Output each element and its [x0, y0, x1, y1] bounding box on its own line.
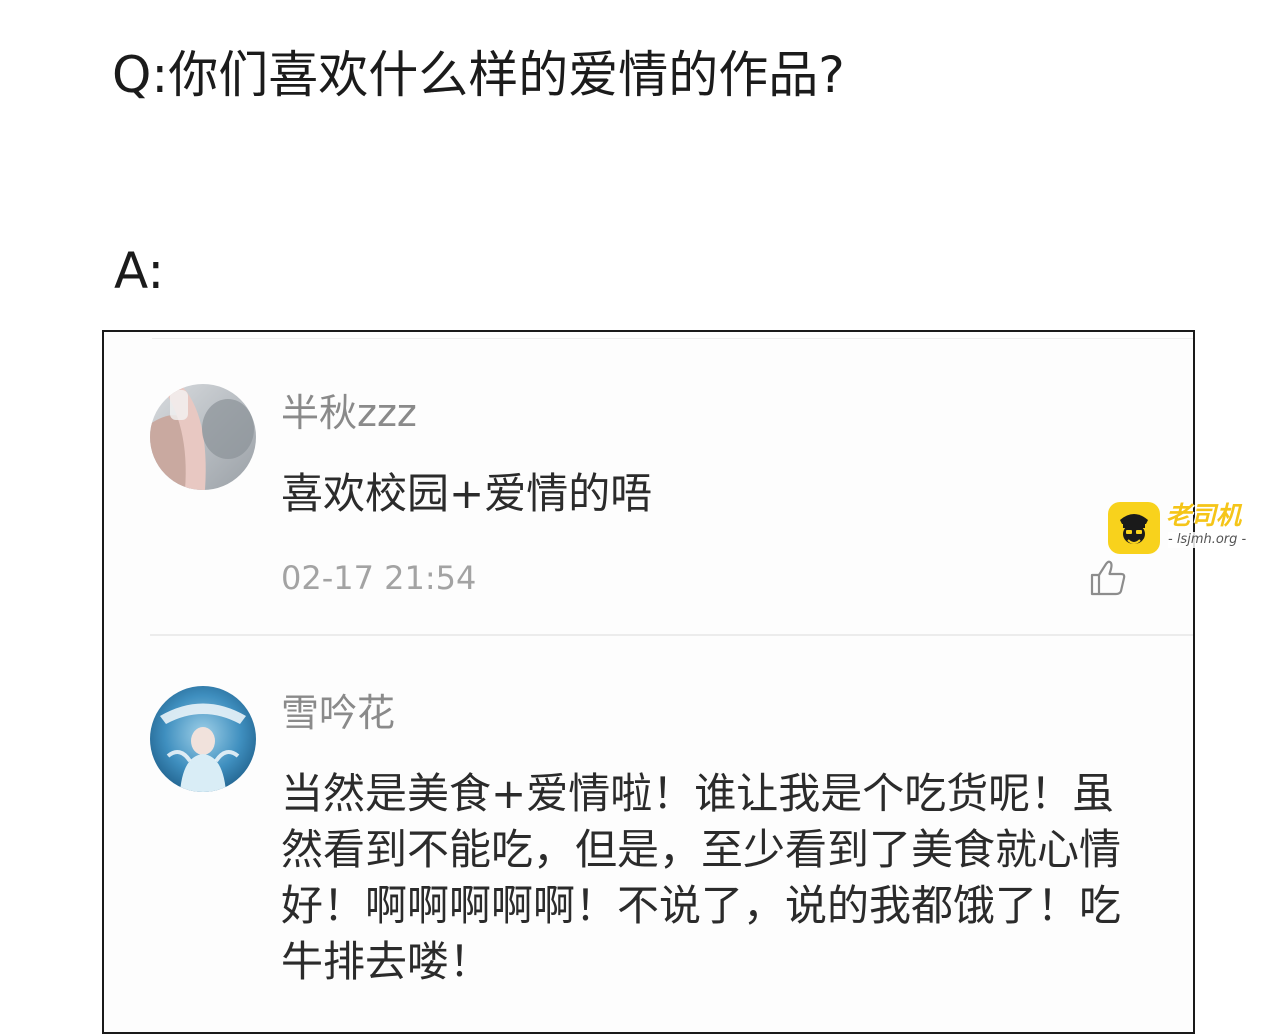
comment-screenshot-card: 半秋zzz 喜欢校园+爱情的唔 02-17 21:54 雪吟花 当然是美食+爱情… [102, 330, 1195, 1034]
avatar-image-icon [150, 384, 256, 490]
watermark-title: 老司机 [1166, 501, 1242, 530]
comment-divider [150, 634, 1193, 636]
thumbs-up-icon [1090, 560, 1126, 596]
site-watermark: 老司机 - lsjmh.org - [1108, 500, 1268, 556]
answer-label: A: [114, 242, 165, 300]
top-divider [152, 338, 1193, 339]
comment-text: 喜欢校园+爱情的唔 [281, 469, 653, 518]
avatar-image-icon [150, 686, 256, 792]
like-button[interactable] [1088, 558, 1128, 598]
comment-username[interactable]: 半秋zzz [281, 388, 417, 438]
watermark-url: - lsjmh.org - [1168, 532, 1247, 548]
driver-mascot-icon [1108, 502, 1160, 554]
question-heading: Q:你们喜欢什么样的爱情的作品? [112, 46, 845, 104]
user-avatar[interactable] [150, 686, 256, 792]
comment-username[interactable]: 雪吟花 [281, 688, 395, 738]
user-avatar[interactable] [150, 384, 256, 490]
comment-text: 当然是美食+爱情啦！谁让我是个吃货呢！虽然看到不能吃，但是，至少看到了美食就心情… [281, 769, 1122, 986]
comment-timestamp: 02-17 21:54 [281, 559, 477, 597]
